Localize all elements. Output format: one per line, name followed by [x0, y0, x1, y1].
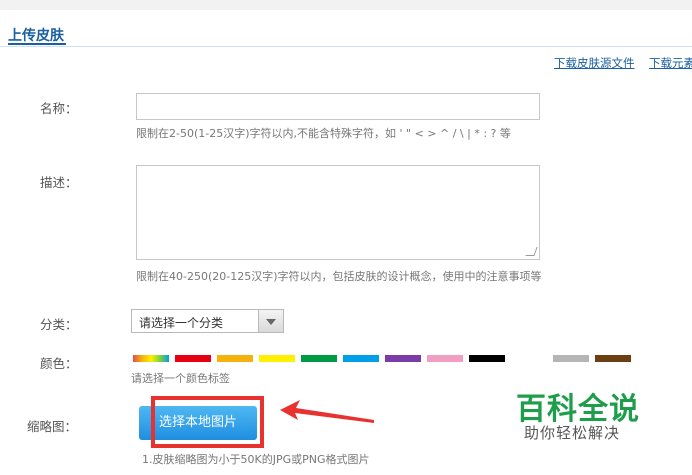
annotation-highlight-box	[151, 396, 264, 448]
color-swatch[interactable]	[469, 355, 505, 362]
section-header: 上传皮肤	[0, 22, 692, 47]
category-selected-value: 请选择一个分类	[139, 316, 224, 330]
color-swatch[interactable]	[385, 355, 421, 362]
color-swatch[interactable]	[511, 355, 547, 362]
color-swatch[interactable]	[595, 355, 631, 362]
annotation-arrow-icon	[280, 400, 374, 423]
download-elements-link[interactable]: 下载元素	[649, 55, 692, 71]
dropdown-button[interactable]	[258, 310, 283, 332]
color-swatch[interactable]	[553, 355, 589, 362]
name-hint: 限制在2-50(1-25汉字)字符以内,不能含特殊字符，如 ' " < > ^ …	[136, 127, 511, 140]
name-input[interactable]	[136, 93, 540, 120]
resize-grip-icon[interactable]	[525, 247, 538, 256]
top-strip	[0, 0, 692, 10]
title-underline	[8, 43, 66, 45]
watermark-logo: 百科全说 助你轻松解决	[494, 366, 668, 450]
description-label: 描述：	[40, 175, 78, 190]
thumbnail-label: 缩略图：	[27, 419, 78, 434]
page-title: 上传皮肤	[8, 28, 64, 44]
color-swatch[interactable]	[343, 355, 379, 362]
color-label: 颜色：	[40, 356, 78, 371]
chevron-down-icon	[266, 319, 276, 325]
color-swatch[interactable]	[133, 355, 169, 362]
description-hint: 限制在40-250(20-125汉字)字符以内，包括皮肤的设计概念，使用中的注意…	[136, 270, 542, 283]
color-hint: 请选择一个颜色标签	[131, 372, 230, 385]
download-skin-source-link[interactable]: 下载皮肤源文件	[554, 55, 635, 71]
watermark-subtitle: 助你轻松解决	[524, 424, 621, 442]
category-label: 分类：	[40, 317, 78, 332]
color-swatch[interactable]	[259, 355, 295, 362]
category-select[interactable]: 请选择一个分类	[131, 309, 284, 333]
color-swatch[interactable]	[427, 355, 463, 362]
color-swatch[interactable]	[175, 355, 211, 362]
name-label: 名称：	[40, 101, 78, 116]
color-swatch[interactable]	[301, 355, 337, 362]
thumbnail-hint: 1.皮肤缩略图为小于50K的JPG或PNG格式图片	[142, 453, 370, 466]
description-textarea[interactable]	[136, 165, 540, 260]
color-swatch[interactable]	[217, 355, 253, 362]
